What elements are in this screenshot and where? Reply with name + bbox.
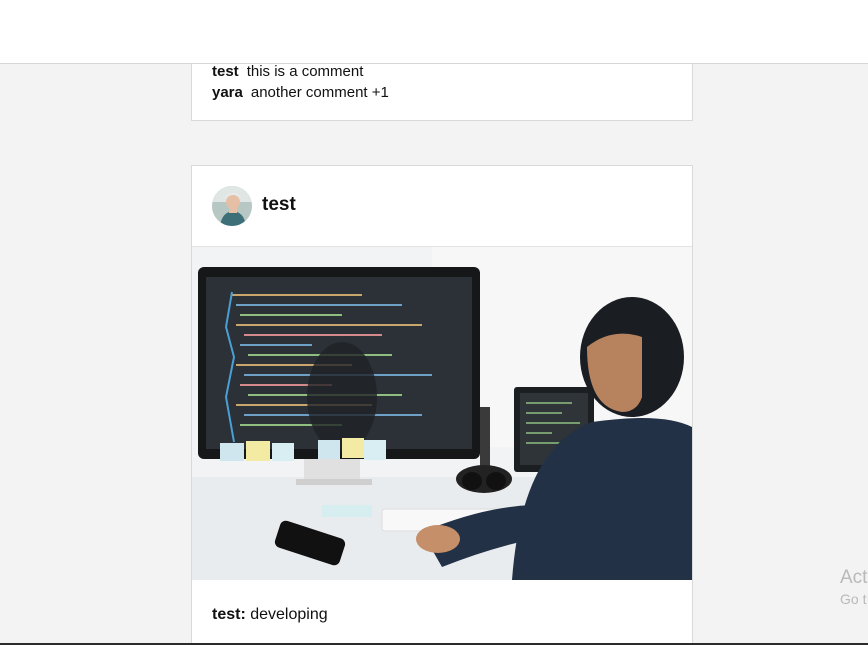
developer-photo	[192, 247, 692, 580]
comment-author[interactable]: test	[212, 63, 239, 80]
post-caption: test: developing	[212, 606, 328, 624]
comment-item: test this is a comment	[212, 61, 389, 82]
watermark-line-2: Go t	[840, 591, 867, 607]
comment-text: another comment +1	[250, 84, 389, 101]
top-navbar	[0, 0, 868, 64]
comment-author[interactable]: yara	[212, 84, 243, 101]
caption-username[interactable]: test:	[212, 606, 246, 623]
windows-activation-watermark: Act Go t	[840, 567, 867, 609]
post-header: test	[192, 166, 692, 247]
watermark-line-1: Act	[840, 567, 868, 588]
comment-text: this is a comment	[246, 63, 364, 80]
post-image	[192, 247, 692, 580]
comments-list: test this is a comment yara another commen…	[212, 61, 389, 103]
caption-text: developing	[250, 606, 328, 623]
avatar[interactable]	[212, 186, 252, 226]
post-username[interactable]: test	[262, 194, 296, 216]
comment-item: yara another comment +1	[212, 82, 389, 103]
avatar-image	[212, 186, 252, 226]
post-card: test test: developing	[191, 165, 693, 645]
